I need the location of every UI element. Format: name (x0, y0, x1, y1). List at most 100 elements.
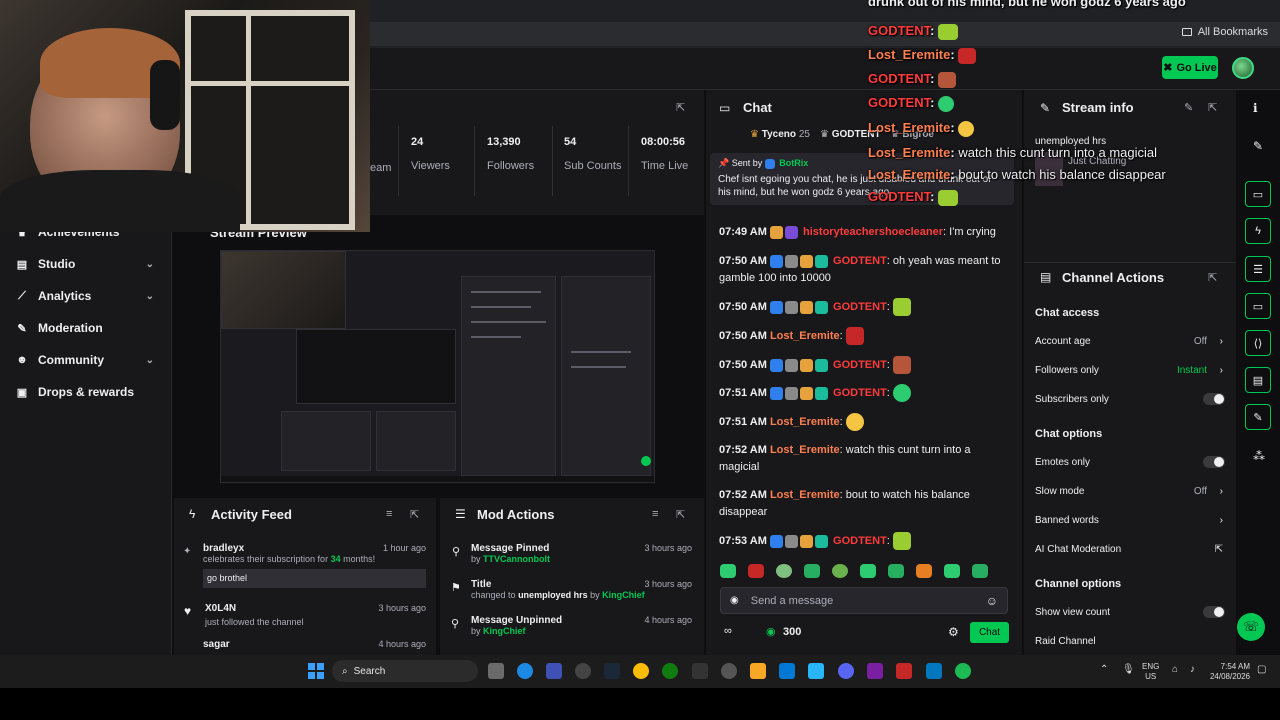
overlay-chat-line: GODTENT: (868, 71, 957, 88)
subscribers-only-row[interactable]: Subscribers only (1035, 390, 1225, 408)
sidebar-item-analytics[interactable]: ⟋ Analytics ⌄ (16, 286, 166, 306)
list-item: sagar 4 hours ago (203, 639, 426, 650)
filter-icon[interactable]: ≡ (386, 508, 392, 520)
send-chat-button[interactable]: Chat (970, 622, 1009, 643)
divider (628, 126, 629, 196)
clock[interactable]: 7:54 AM 24/08/2026 (1208, 662, 1250, 682)
microphone-icon[interactable]: 🎙 (1122, 664, 1135, 675)
rail-stream-preview-button[interactable]: ▭ (1245, 181, 1271, 207)
popout-icon[interactable]: ⇱ (1208, 271, 1217, 284)
popout-icon[interactable]: ⇱ (676, 508, 685, 521)
epic-icon[interactable] (692, 663, 708, 679)
title-icon: ⚑ (451, 582, 461, 594)
chat-title: Chat (743, 100, 772, 115)
list-item: Title changed to unemployed hrs by KingC… (471, 579, 692, 600)
rail-activity-button[interactable]: ϟ (1245, 218, 1271, 244)
emote-quick-bar[interactable] (720, 564, 1010, 580)
wrench-icon: ✎ (17, 322, 27, 335)
app-icon[interactable] (808, 663, 824, 679)
sidebar-item-drops[interactable]: ▣ Drops & rewards (16, 382, 166, 402)
powershell-icon[interactable] (926, 663, 942, 679)
popout-icon[interactable]: ⇱ (410, 508, 419, 521)
all-bookmarks-button[interactable]: All Bookmarks (1181, 26, 1268, 38)
xbox-icon[interactable] (662, 663, 678, 679)
search-icon: ⌕ (342, 665, 348, 677)
app-icon[interactable] (546, 663, 562, 679)
rail-channel-actions-button[interactable]: ▤ (1245, 367, 1271, 393)
profile-avatar[interactable] (1232, 57, 1254, 79)
ai-moderation-row[interactable]: AI Chat Moderation ⇱ (1035, 540, 1225, 558)
overlay-chat-line: GODTENT: (868, 95, 955, 112)
rail-mod-actions-button[interactable]: ☰ (1245, 256, 1271, 282)
chat-input[interactable]: ◉ Send a message ☺ (720, 587, 1008, 614)
chat-settings-icon[interactable]: ◉ (730, 595, 739, 606)
chat-message: 07:52 AM Lost_Eremite: bout to watch his… (719, 489, 970, 518)
popout-icon[interactable]: ⇱ (1208, 101, 1217, 114)
channel-points: 300 (783, 626, 802, 638)
app-icon[interactable] (867, 663, 883, 679)
overlay-chat-line: Lost_Eremite: bout to watch his balance … (868, 167, 1166, 182)
store-icon[interactable] (779, 663, 795, 679)
popout-icon[interactable]: ⇱ (676, 101, 685, 114)
taskbar-search[interactable]: ⌕ Search (332, 660, 478, 682)
info-icon[interactable]: ℹ (1253, 101, 1258, 115)
task-view-icon[interactable] (488, 663, 504, 679)
file-explorer-icon[interactable] (750, 663, 766, 679)
language-indicator[interactable]: ENG US (1142, 662, 1159, 682)
emoji-icon[interactable]: ☺ (986, 594, 998, 608)
emotes-only-row[interactable]: Emotes only (1035, 453, 1225, 471)
filter-icon[interactable]: ≡ (652, 508, 658, 520)
divider (1024, 262, 1236, 263)
subscribers-only-toggle[interactable] (1203, 393, 1225, 405)
support-button[interactable]: ☏ (1237, 613, 1265, 641)
edit-icon[interactable]: ✎ (1184, 101, 1193, 114)
sidebar-item-moderation[interactable]: ✎ Moderation (16, 318, 166, 338)
rewards-icon[interactable]: ∞ (724, 625, 732, 637)
settings-icon[interactable] (721, 663, 737, 679)
chrome-icon[interactable] (633, 663, 649, 679)
go-live-button[interactable]: ✖ Go Live (1162, 56, 1218, 79)
pin-icon: 📌 (718, 158, 730, 168)
stream-preview-video[interactable] (220, 250, 655, 483)
divider (398, 126, 399, 196)
list-icon: ☰ (455, 507, 466, 521)
show-view-count-row[interactable]: Show view count (1035, 603, 1225, 621)
chevron-down-icon: ⌄ (145, 258, 154, 270)
notification-icon[interactable]: ▢ (1257, 664, 1266, 675)
followers-only-row[interactable]: Followers only Instant › (1035, 361, 1225, 379)
chevron-right-icon: › (1219, 364, 1223, 376)
app-icon[interactable] (896, 663, 912, 679)
banned-words-row[interactable]: Banned words › (1035, 511, 1225, 529)
network-icon[interactable]: ⌂ (1172, 664, 1178, 675)
sidebar-item-studio[interactable]: ▤ Studio ⌄ (16, 254, 166, 274)
heart-icon: ♥ (184, 604, 192, 618)
emote-face (892, 356, 911, 374)
account-age-row[interactable]: Account age Off › (1035, 332, 1225, 350)
sidebar-item-community[interactable]: ☻ Community ⌄ (16, 350, 166, 370)
channel-actions-icon: ▤ (1040, 270, 1052, 284)
discord-icon[interactable] (838, 663, 854, 679)
raid-channel-row[interactable]: Raid Channel (1035, 632, 1225, 650)
unpin-icon: ⚲ (451, 618, 460, 630)
edge-icon[interactable] (517, 663, 533, 679)
divider (474, 126, 475, 196)
pencil-icon[interactable]: ✎ (1253, 139, 1263, 153)
windows-start-icon[interactable] (308, 663, 324, 679)
show-view-count-toggle[interactable] (1203, 606, 1225, 618)
volume-icon[interactable]: ♪ (1190, 664, 1195, 675)
obs-icon[interactable] (575, 663, 591, 679)
emotes-only-toggle[interactable] (1203, 456, 1225, 468)
spotify-icon[interactable] (955, 663, 971, 679)
rail-stream-info-button[interactable]: ✎ (1245, 404, 1271, 430)
analytics-icon: ⟋ (18, 289, 26, 302)
steam-icon[interactable] (604, 663, 620, 679)
share-icon[interactable]: ⁂ (1253, 449, 1265, 463)
slow-mode-row[interactable]: Slow mode Off › (1035, 482, 1225, 500)
chevron-up-icon[interactable]: ⌃ (1100, 664, 1108, 675)
studio-icon: ▤ (16, 258, 28, 271)
rail-code-button[interactable]: ⟨⟩ (1245, 330, 1271, 356)
rail-chat-button[interactable]: ▭ (1245, 293, 1271, 319)
overlay-chat-line: GODTENT: (868, 189, 959, 206)
chevron-right-icon: › (1219, 335, 1223, 347)
gear-icon[interactable]: ⚙ (948, 625, 959, 639)
